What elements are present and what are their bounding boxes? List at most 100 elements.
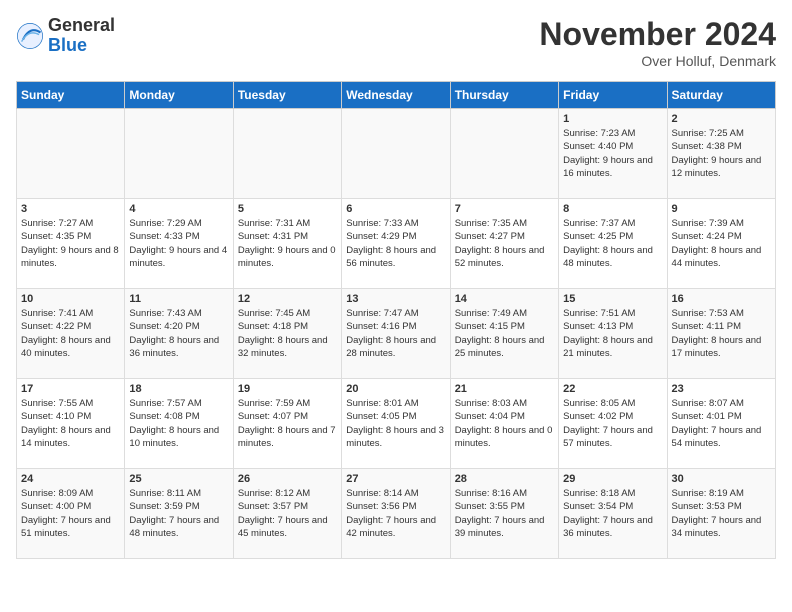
calendar-cell: 21 Sunrise: 8:03 AM Sunset: 4:04 PM Dayli… — [450, 379, 558, 469]
location: Over Holluf, Denmark — [539, 53, 776, 69]
calendar-week-row: 1 Sunrise: 7:23 AM Sunset: 4:40 PM Daylig… — [17, 109, 776, 199]
day-number: 28 — [455, 473, 554, 485]
calendar-cell: 4 Sunrise: 7:29 AM Sunset: 4:33 PM Daylig… — [125, 199, 233, 289]
day-number: 4 — [129, 203, 228, 215]
day-number: 16 — [672, 293, 771, 305]
day-info: Sunrise: 7:53 AM Sunset: 4:11 PM Dayligh… — [672, 307, 771, 360]
calendar-week-row: 24 Sunrise: 8:09 AM Sunset: 4:00 PM Dayli… — [17, 469, 776, 559]
calendar-cell: 9Sunrise: 7:39 AM Sunset: 4:24 PM Daylig… — [667, 199, 775, 289]
day-info: Sunrise: 8:14 AM Sunset: 3:56 PM Dayligh… — [346, 487, 445, 540]
day-number: 29 — [563, 473, 662, 485]
page-header: General Blue November 2024 Over Holluf, … — [16, 16, 776, 69]
weekday-header: Tuesday — [233, 82, 341, 109]
day-number: 30 — [672, 473, 771, 485]
logo: General Blue — [16, 16, 115, 56]
calendar-cell: 8 Sunrise: 7:37 AM Sunset: 4:25 PM Daylig… — [559, 199, 667, 289]
day-info: Sunrise: 7:57 AM Sunset: 4:08 PM Dayligh… — [129, 397, 228, 450]
calendar-cell: 23 Sunrise: 8:07 AM Sunset: 4:01 PM Dayli… — [667, 379, 775, 469]
day-number: 8 — [563, 203, 662, 215]
day-number: 15 — [563, 293, 662, 305]
day-number: 21 — [455, 383, 554, 395]
day-info: Sunrise: 7:51 AM Sunset: 4:13 PM Dayligh… — [563, 307, 662, 360]
calendar-cell: 2 Sunrise: 7:25 AM Sunset: 4:38 PM Daylig… — [667, 109, 775, 199]
day-number: 17 — [21, 383, 120, 395]
weekday-header: Saturday — [667, 82, 775, 109]
weekday-row: SundayMondayTuesdayWednesdayThursdayFrid… — [17, 82, 776, 109]
calendar-cell: 18 Sunrise: 7:57 AM Sunset: 4:08 PM Dayli… — [125, 379, 233, 469]
day-info: Sunrise: 7:27 AM Sunset: 4:35 PM Dayligh… — [21, 217, 120, 270]
day-info: Sunrise: 7:59 AM Sunset: 4:07 PM Dayligh… — [238, 397, 337, 450]
calendar-cell — [125, 109, 233, 199]
day-number: 24 — [21, 473, 120, 485]
calendar-cell: 12Sunrise: 7:45 AM Sunset: 4:18 PM Dayli… — [233, 289, 341, 379]
day-info: Sunrise: 8:05 AM Sunset: 4:02 PM Dayligh… — [563, 397, 662, 450]
calendar-cell: 10Sunrise: 7:41 AM Sunset: 4:22 PM Dayli… — [17, 289, 125, 379]
calendar-cell: 13 Sunrise: 7:47 AM Sunset: 4:16 PM Dayli… — [342, 289, 450, 379]
calendar-cell: 27 Sunrise: 8:14 AM Sunset: 3:56 PM Dayli… — [342, 469, 450, 559]
calendar-cell: 14Sunrise: 7:49 AM Sunset: 4:15 PM Dayli… — [450, 289, 558, 379]
weekday-header: Monday — [125, 82, 233, 109]
calendar-cell: 6Sunrise: 7:33 AM Sunset: 4:29 PM Daylig… — [342, 199, 450, 289]
calendar-cell: 22Sunrise: 8:05 AM Sunset: 4:02 PM Dayli… — [559, 379, 667, 469]
title-section: November 2024 Over Holluf, Denmark — [539, 16, 776, 69]
day-number: 12 — [238, 293, 337, 305]
calendar-cell: 11Sunrise: 7:43 AM Sunset: 4:20 PM Dayli… — [125, 289, 233, 379]
day-number: 1 — [563, 113, 662, 125]
weekday-header: Friday — [559, 82, 667, 109]
day-number: 27 — [346, 473, 445, 485]
calendar-cell: 16 Sunrise: 7:53 AM Sunset: 4:11 PM Dayli… — [667, 289, 775, 379]
calendar-body: 1 Sunrise: 7:23 AM Sunset: 4:40 PM Daylig… — [17, 109, 776, 559]
day-number: 7 — [455, 203, 554, 215]
calendar-cell: 3Sunrise: 7:27 AM Sunset: 4:35 PM Daylig… — [17, 199, 125, 289]
day-number: 13 — [346, 293, 445, 305]
day-number: 6 — [346, 203, 445, 215]
day-info: Sunrise: 8:07 AM Sunset: 4:01 PM Dayligh… — [672, 397, 771, 450]
calendar-cell: 1 Sunrise: 7:23 AM Sunset: 4:40 PM Daylig… — [559, 109, 667, 199]
calendar-cell: 17 Sunrise: 7:55 AM Sunset: 4:10 PM Dayli… — [17, 379, 125, 469]
calendar-week-row: 3Sunrise: 7:27 AM Sunset: 4:35 PM Daylig… — [17, 199, 776, 289]
calendar-cell: 25 Sunrise: 8:11 AM Sunset: 3:59 PM Dayli… — [125, 469, 233, 559]
calendar-cell: 28Sunrise: 8:16 AM Sunset: 3:55 PM Dayli… — [450, 469, 558, 559]
calendar-week-row: 10Sunrise: 7:41 AM Sunset: 4:22 PM Dayli… — [17, 289, 776, 379]
month-title: November 2024 — [539, 16, 776, 53]
calendar-cell: 15 Sunrise: 7:51 AM Sunset: 4:13 PM Dayli… — [559, 289, 667, 379]
day-info: Sunrise: 8:18 AM Sunset: 3:54 PM Dayligh… — [563, 487, 662, 540]
day-info: Sunrise: 8:01 AM Sunset: 4:05 PM Dayligh… — [346, 397, 445, 450]
calendar-cell: 24 Sunrise: 8:09 AM Sunset: 4:00 PM Dayli… — [17, 469, 125, 559]
calendar-cell — [233, 109, 341, 199]
calendar-week-row: 17 Sunrise: 7:55 AM Sunset: 4:10 PM Dayli… — [17, 379, 776, 469]
day-number: 20 — [346, 383, 445, 395]
day-number: 18 — [129, 383, 228, 395]
day-number: 2 — [672, 113, 771, 125]
calendar-cell: 5Sunrise: 7:31 AM Sunset: 4:31 PM Daylig… — [233, 199, 341, 289]
day-info: Sunrise: 7:41 AM Sunset: 4:22 PM Dayligh… — [21, 307, 120, 360]
day-number: 19 — [238, 383, 337, 395]
logo-icon — [16, 22, 44, 50]
day-info: Sunrise: 7:37 AM Sunset: 4:25 PM Dayligh… — [563, 217, 662, 270]
day-info: Sunrise: 8:09 AM Sunset: 4:00 PM Dayligh… — [21, 487, 120, 540]
day-info: Sunrise: 8:19 AM Sunset: 3:53 PM Dayligh… — [672, 487, 771, 540]
day-info: Sunrise: 8:11 AM Sunset: 3:59 PM Dayligh… — [129, 487, 228, 540]
day-info: Sunrise: 7:29 AM Sunset: 4:33 PM Dayligh… — [129, 217, 228, 270]
day-info: Sunrise: 7:35 AM Sunset: 4:27 PM Dayligh… — [455, 217, 554, 270]
day-info: Sunrise: 7:55 AM Sunset: 4:10 PM Dayligh… — [21, 397, 120, 450]
day-info: Sunrise: 7:49 AM Sunset: 4:15 PM Dayligh… — [455, 307, 554, 360]
calendar-cell: 19 Sunrise: 7:59 AM Sunset: 4:07 PM Dayli… — [233, 379, 341, 469]
day-info: Sunrise: 8:03 AM Sunset: 4:04 PM Dayligh… — [455, 397, 554, 450]
day-info: Sunrise: 7:43 AM Sunset: 4:20 PM Dayligh… — [129, 307, 228, 360]
day-info: Sunrise: 7:47 AM Sunset: 4:16 PM Dayligh… — [346, 307, 445, 360]
day-number: 25 — [129, 473, 228, 485]
logo-blue: Blue — [48, 36, 115, 56]
day-info: Sunrise: 7:25 AM Sunset: 4:38 PM Dayligh… — [672, 127, 771, 180]
calendar: SundayMondayTuesdayWednesdayThursdayFrid… — [16, 81, 776, 559]
day-info: Sunrise: 7:23 AM Sunset: 4:40 PM Dayligh… — [563, 127, 662, 180]
calendar-cell: 26Sunrise: 8:12 AM Sunset: 3:57 PM Dayli… — [233, 469, 341, 559]
calendar-cell: 30 Sunrise: 8:19 AM Sunset: 3:53 PM Dayli… — [667, 469, 775, 559]
day-number: 23 — [672, 383, 771, 395]
calendar-cell — [17, 109, 125, 199]
calendar-header: SundayMondayTuesdayWednesdayThursdayFrid… — [17, 82, 776, 109]
weekday-header: Thursday — [450, 82, 558, 109]
weekday-header: Sunday — [17, 82, 125, 109]
day-number: 5 — [238, 203, 337, 215]
weekday-header: Wednesday — [342, 82, 450, 109]
